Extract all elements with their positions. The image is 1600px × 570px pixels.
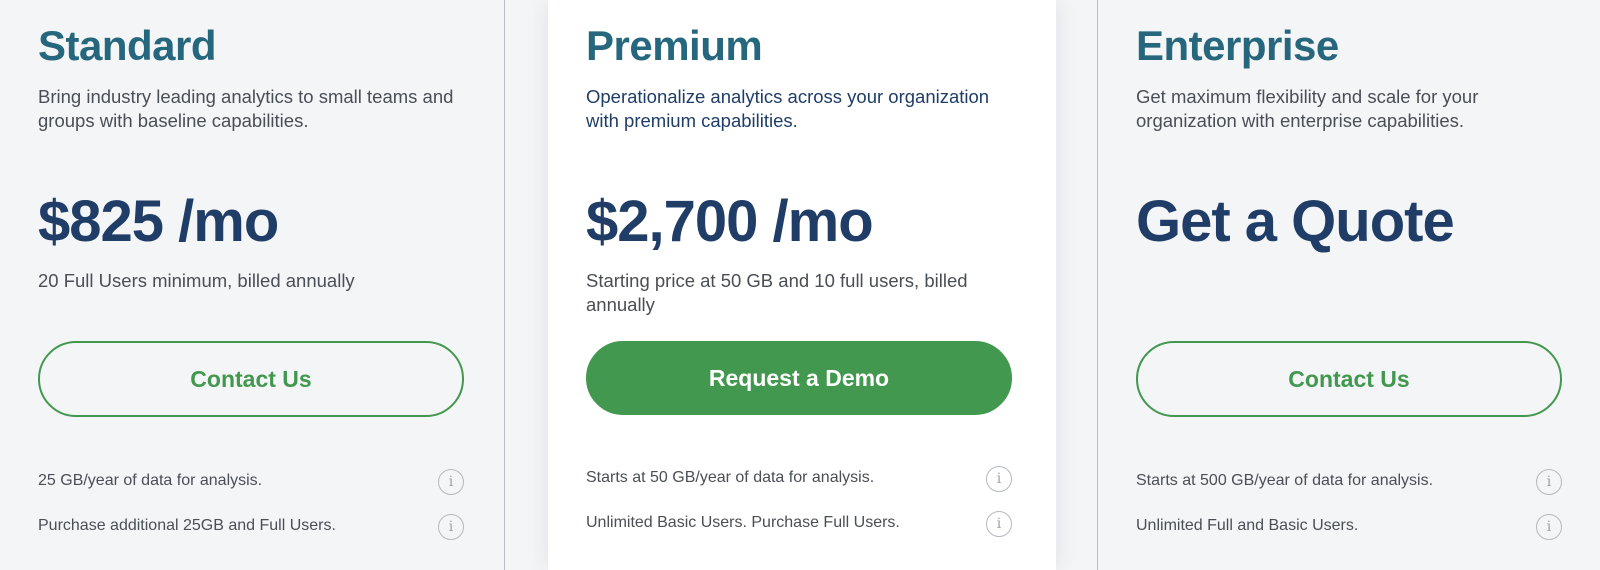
feature-text: Purchase additional 25GB and Full Users. — [38, 517, 336, 534]
info-icon[interactable]: i — [986, 511, 1012, 537]
plan-name: Enterprise — [1136, 22, 1339, 69]
contact-us-button[interactable]: Contact Us — [1136, 341, 1562, 417]
plan-card-standard: Standard Bring industry leading analytic… — [0, 0, 504, 570]
plan-price: Get a Quote — [1136, 189, 1455, 254]
info-icon[interactable]: i — [1536, 514, 1562, 540]
info-icon[interactable]: i — [438, 469, 464, 495]
column-divider — [504, 0, 505, 570]
plan-card-enterprise: Enterprise Get maximum flexibility and s… — [1098, 0, 1600, 570]
plan-description: Get maximum flexibility and scale for yo… — [1136, 86, 1479, 131]
plan-description: Bring industry leading analytics to smal… — [38, 86, 454, 131]
feature-item: Starts at 50 GB/year of data for analysi… — [586, 462, 1022, 496]
plan-description: Operationalize analytics across your org… — [586, 86, 990, 131]
feature-text: Starts at 50 GB/year of data for analysi… — [586, 469, 875, 486]
feature-text: Starts at 500 GB/year of data for analys… — [1136, 472, 1434, 489]
info-icon[interactable]: i — [438, 514, 464, 540]
pricing-table: Standard Bring industry leading analytic… — [0, 0, 1600, 570]
feature-text: 25 GB/year of data for analysis. — [38, 472, 263, 489]
info-icon[interactable]: i — [1536, 469, 1562, 495]
contact-us-button[interactable]: Contact Us — [38, 341, 464, 417]
plan-billing-note: 20 Full Users minimum, billed annually — [38, 270, 355, 291]
plan-price: $2,700 /mo — [586, 189, 874, 254]
plan-card-premium: Premium Operationalize analytics across … — [548, 0, 1056, 570]
feature-item: Unlimited Basic Users. Purchase Full Use… — [586, 507, 1022, 541]
plan-price: $825 /mo — [38, 189, 279, 254]
plan-name: Standard — [38, 22, 217, 69]
feature-item: 25 GB/year of data for analysis. i — [38, 465, 474, 499]
feature-item: Unlimited Full and Basic Users. i — [1136, 510, 1572, 544]
feature-text: Unlimited Full and Basic Users. — [1136, 517, 1359, 534]
request-demo-button[interactable]: Request a Demo — [586, 341, 1012, 415]
info-icon[interactable]: i — [986, 466, 1012, 492]
plan-name: Premium — [586, 22, 763, 69]
plan-billing-note: Starting price at 50 GB and 10 full user… — [586, 270, 968, 315]
feature-item: Starts at 500 GB/year of data for analys… — [1136, 465, 1572, 499]
feature-item: Purchase additional 25GB and Full Users.… — [38, 510, 474, 544]
feature-text: Unlimited Basic Users. Purchase Full Use… — [586, 514, 900, 531]
